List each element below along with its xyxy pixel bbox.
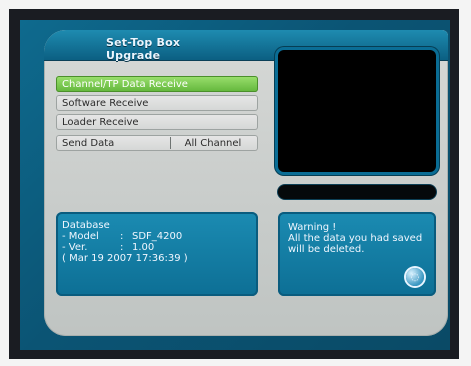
page-title: Set-Top Box Upgrade xyxy=(106,36,181,62)
database-info-box: Database - Model : SDF_4200 - Ver. : 1.0… xyxy=(56,212,258,296)
database-model-row: - Model : SDF_4200 xyxy=(62,231,188,242)
video-preview xyxy=(278,50,436,172)
menu-item-label: Loader Receive xyxy=(62,116,139,128)
menu-item-label: Software Receive xyxy=(62,97,149,109)
model-label: - Model xyxy=(62,231,99,242)
database-version-row: - Ver. : 1.00 xyxy=(62,242,188,253)
menu-item-loader-receive[interactable]: Loader Receive xyxy=(56,114,258,130)
version-colon: : xyxy=(120,242,124,253)
model-colon: : xyxy=(120,231,124,242)
menu-item-software-receive[interactable]: Software Receive xyxy=(56,95,258,111)
menu-item-label: Channel/TP Data Receive xyxy=(62,78,188,90)
send-data-value[interactable]: All Channel xyxy=(174,138,252,149)
progress-bar xyxy=(278,185,436,199)
menu-item-channel-tp-data-receive[interactable]: Channel/TP Data Receive xyxy=(56,76,258,92)
model-value: SDF_4200 xyxy=(132,231,183,242)
warning-box: Warning ! All the data you had saved wil… xyxy=(278,212,436,296)
upgrade-menu: Channel/TP Data Receive Software Receive… xyxy=(56,76,258,154)
send-data-selector[interactable]: Send Data All Channel xyxy=(56,135,258,151)
build-datetime: ( Mar 19 2007 17:36:39 ) xyxy=(62,253,188,264)
version-value: 1.00 xyxy=(132,242,155,253)
warning-message: All the data you had saved will be delet… xyxy=(288,233,423,255)
warning-title: Warning ! xyxy=(288,222,337,233)
globe-icon: ◌ xyxy=(406,268,424,286)
send-data-label: Send Data xyxy=(62,137,171,149)
version-label: - Ver. xyxy=(62,242,88,253)
database-heading: Database xyxy=(62,220,110,231)
